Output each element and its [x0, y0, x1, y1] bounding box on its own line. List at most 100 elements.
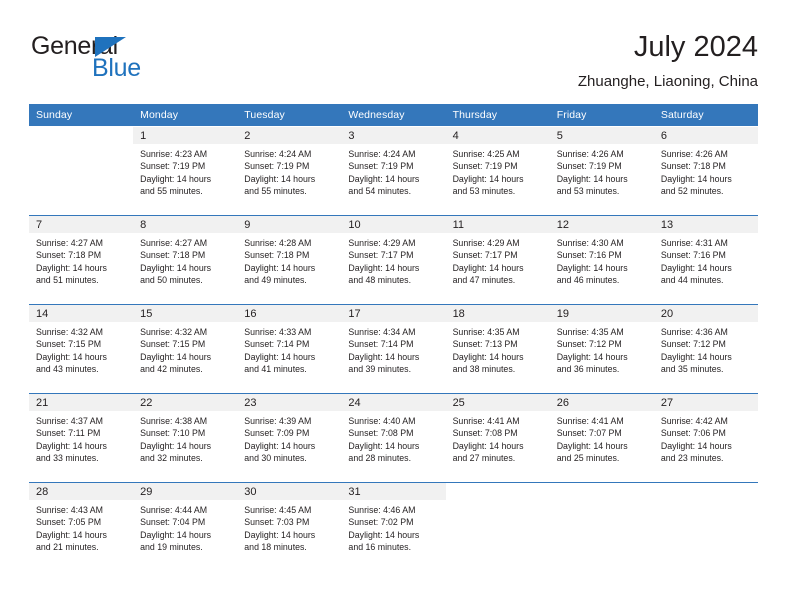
sun-info: Sunrise: 4:31 AM Sunset: 7:16 PM Daylight:… [654, 233, 758, 287]
day-number: 5 [549, 127, 654, 144]
calendar-day-cell[interactable]: 29 Sunrise: 4:44 AM Sunset: 7:04 PM Dayligh… [133, 482, 238, 572]
sun-info: Sunrise: 4:45 AM Sunset: 7:03 PM Daylight:… [237, 500, 341, 554]
day-cell-inner: 23 Sunrise: 4:39 AM Sunset: 7:09 PM Dayligh… [237, 394, 342, 482]
day-cell-inner: 16 Sunrise: 4:33 AM Sunset: 7:14 PM Dayligh… [237, 305, 342, 393]
daylight-text-line1: Daylight: 14 hours [660, 440, 732, 451]
calendar-day-cell[interactable]: 6 Sunrise: 4:26 AM Sunset: 7:18 PM Daylight… [653, 126, 758, 216]
logo-text-blue: Blue [92, 54, 141, 82]
daylight-text-line1: Daylight: 14 hours [452, 173, 524, 184]
sun-info: Sunrise: 4:27 AM Sunset: 7:18 PM Daylight:… [29, 233, 133, 287]
sunset-text: Sunset: 7:02 PM [348, 517, 414, 528]
calendar-week-row: 28 Sunrise: 4:43 AM Sunset: 7:05 PM Dayligh… [29, 482, 758, 572]
daylight-text-line2: and 54 minutes. [348, 186, 412, 197]
day-cell-inner [653, 483, 758, 571]
sun-info: Sunrise: 4:36 AM Sunset: 7:12 PM Daylight:… [654, 322, 758, 376]
calendar-day-cell[interactable]: 18 Sunrise: 4:35 AM Sunset: 7:13 PM Dayligh… [445, 304, 550, 394]
daylight-text-line1: Daylight: 14 hours [140, 529, 212, 540]
day-cell-inner: 21 Sunrise: 4:37 AM Sunset: 7:11 PM Dayligh… [29, 394, 134, 482]
calendar-day-cell[interactable]: 21 Sunrise: 4:37 AM Sunset: 7:11 PM Dayligh… [29, 393, 134, 483]
day-number: 14 [29, 305, 134, 322]
day-number: 6 [653, 127, 758, 144]
calendar-day-cell[interactable]: 28 Sunrise: 4:43 AM Sunset: 7:05 PM Dayligh… [29, 482, 134, 572]
sun-info: Sunrise: 4:42 AM Sunset: 7:06 PM Daylight:… [654, 411, 758, 465]
calendar-day-cell[interactable]: 2 Sunrise: 4:24 AM Sunset: 7:19 PM Daylight… [237, 126, 342, 216]
daylight-text-line1: Daylight: 14 hours [660, 351, 732, 362]
daylight-text-line2: and 16 minutes. [348, 542, 412, 553]
sunset-text: Sunset: 7:14 PM [244, 339, 310, 350]
sunset-text: Sunset: 7:06 PM [660, 428, 726, 439]
sunset-text: Sunset: 7:16 PM [556, 250, 622, 261]
sunrise-text: Sunrise: 4:24 AM [244, 149, 312, 159]
day-cell-inner [549, 483, 654, 571]
calendar-day-cell[interactable]: 1 Sunrise: 4:23 AM Sunset: 7:19 PM Daylight… [133, 126, 238, 216]
calendar-body: 1 Sunrise: 4:23 AM Sunset: 7:19 PM Daylight… [29, 126, 758, 572]
calendar-day-cell[interactable]: 19 Sunrise: 4:35 AM Sunset: 7:12 PM Dayligh… [549, 304, 654, 394]
day-number: 13 [653, 216, 758, 233]
general-blue-logo[interactable]: General Blue [29, 34, 229, 90]
calendar-day-cell[interactable]: 27 Sunrise: 4:42 AM Sunset: 7:06 PM Dayligh… [653, 393, 758, 483]
sunrise-text: Sunrise: 4:41 AM [452, 416, 520, 426]
calendar-day-cell[interactable]: 8 Sunrise: 4:27 AM Sunset: 7:18 PM Daylight… [133, 215, 238, 305]
calendar-day-cell[interactable]: 26 Sunrise: 4:41 AM Sunset: 7:07 PM Dayligh… [549, 393, 654, 483]
calendar-day-cell[interactable]: 3 Sunrise: 4:24 AM Sunset: 7:19 PM Daylight… [341, 126, 446, 216]
calendar-day-cell[interactable]: 4 Sunrise: 4:25 AM Sunset: 7:19 PM Daylight… [445, 126, 550, 216]
sunset-text: Sunset: 7:19 PM [140, 161, 206, 172]
calendar-day-cell[interactable]: 13 Sunrise: 4:31 AM Sunset: 7:16 PM Dayligh… [653, 215, 758, 305]
daylight-text-line1: Daylight: 14 hours [452, 440, 524, 451]
day-number: 3 [341, 127, 446, 144]
daylight-text-line1: Daylight: 14 hours [140, 440, 212, 451]
sun-info: Sunrise: 4:24 AM Sunset: 7:19 PM Daylight:… [237, 144, 341, 198]
sunrise-text: Sunrise: 4:26 AM [660, 149, 728, 159]
sunset-text: Sunset: 7:07 PM [556, 428, 622, 439]
daylight-text-line2: and 53 minutes. [556, 186, 620, 197]
sunset-text: Sunset: 7:11 PM [36, 428, 101, 439]
calendar-day-cell[interactable]: 15 Sunrise: 4:32 AM Sunset: 7:15 PM Dayligh… [133, 304, 238, 394]
calendar-day-cell[interactable]: 31 Sunrise: 4:46 AM Sunset: 7:02 PM Dayligh… [341, 482, 446, 572]
day-cell-inner: 22 Sunrise: 4:38 AM Sunset: 7:10 PM Dayligh… [133, 394, 238, 482]
calendar-day-cell[interactable]: 24 Sunrise: 4:40 AM Sunset: 7:08 PM Dayligh… [341, 393, 446, 483]
sunrise-text: Sunrise: 4:40 AM [348, 416, 416, 426]
calendar-day-cell[interactable]: 7 Sunrise: 4:27 AM Sunset: 7:18 PM Daylight… [29, 215, 134, 305]
calendar-day-cell[interactable]: 11 Sunrise: 4:29 AM Sunset: 7:17 PM Dayligh… [445, 215, 550, 305]
daylight-text-line1: Daylight: 14 hours [452, 262, 524, 273]
calendar-day-cell[interactable]: 17 Sunrise: 4:34 AM Sunset: 7:14 PM Dayligh… [341, 304, 446, 394]
daylight-text-line2: and 23 minutes. [660, 453, 724, 464]
sun-info: Sunrise: 4:23 AM Sunset: 7:19 PM Daylight:… [133, 144, 237, 198]
sun-info: Sunrise: 4:44 AM Sunset: 7:04 PM Daylight:… [133, 500, 237, 554]
calendar-day-cell[interactable]: 25 Sunrise: 4:41 AM Sunset: 7:08 PM Dayligh… [445, 393, 550, 483]
calendar-table: Sunday Monday Tuesday Wednesday Thursday… [29, 104, 758, 572]
daylight-text-line2: and 19 minutes. [140, 542, 203, 553]
sunrise-text: Sunrise: 4:27 AM [140, 238, 208, 248]
calendar-day-cell[interactable]: 14 Sunrise: 4:32 AM Sunset: 7:15 PM Dayligh… [29, 304, 134, 394]
page-title: July 2024 [633, 31, 758, 63]
sunset-text: Sunset: 7:08 PM [348, 428, 414, 439]
calendar-day-cell[interactable]: 12 Sunrise: 4:30 AM Sunset: 7:16 PM Dayligh… [549, 215, 654, 305]
daylight-text-line2: and 52 minutes. [660, 186, 724, 197]
calendar-day-cell[interactable]: 20 Sunrise: 4:36 AM Sunset: 7:12 PM Dayligh… [653, 304, 758, 394]
sunrise-text: Sunrise: 4:25 AM [452, 149, 520, 159]
daylight-text-line1: Daylight: 14 hours [556, 351, 628, 362]
sunrise-text: Sunrise: 4:33 AM [244, 327, 312, 337]
calendar-day-cell[interactable]: 5 Sunrise: 4:26 AM Sunset: 7:19 PM Daylight… [549, 126, 654, 216]
daylight-text-line1: Daylight: 14 hours [36, 440, 107, 451]
calendar-day-cell[interactable]: 30 Sunrise: 4:45 AM Sunset: 7:03 PM Dayligh… [237, 482, 342, 572]
sunrise-text: Sunrise: 4:34 AM [348, 327, 416, 337]
calendar-day-cell[interactable]: 10 Sunrise: 4:29 AM Sunset: 7:17 PM Dayligh… [341, 215, 446, 305]
calendar-day-cell[interactable]: 9 Sunrise: 4:28 AM Sunset: 7:18 PM Daylight… [237, 215, 342, 305]
daylight-text-line2: and 46 minutes. [556, 275, 620, 286]
calendar-day-cell[interactable]: 23 Sunrise: 4:39 AM Sunset: 7:09 PM Dayligh… [237, 393, 342, 483]
day-cell-inner [29, 127, 134, 215]
day-number: 21 [29, 394, 134, 411]
daylight-text-line2: and 42 minutes. [140, 364, 203, 375]
day-cell-inner: 1 Sunrise: 4:23 AM Sunset: 7:19 PM Daylight… [133, 127, 238, 215]
calendar-day-cell[interactable]: 16 Sunrise: 4:33 AM Sunset: 7:14 PM Dayligh… [237, 304, 342, 394]
sun-info: Sunrise: 4:28 AM Sunset: 7:18 PM Daylight:… [237, 233, 341, 287]
daylight-text-line2: and 32 minutes. [140, 453, 203, 464]
day-number: 11 [445, 216, 550, 233]
calendar-day-cell[interactable]: 22 Sunrise: 4:38 AM Sunset: 7:10 PM Dayligh… [133, 393, 238, 483]
calendar-page: General Blue July 2024 Zhuanghe, Liaonin… [0, 0, 792, 612]
daylight-text-line2: and 25 minutes. [556, 453, 620, 464]
calendar-week-row: 14 Sunrise: 4:32 AM Sunset: 7:15 PM Dayligh… [29, 304, 758, 394]
sunrise-text: Sunrise: 4:26 AM [556, 149, 624, 159]
sun-info: Sunrise: 4:25 AM Sunset: 7:19 PM Daylight:… [446, 144, 550, 198]
